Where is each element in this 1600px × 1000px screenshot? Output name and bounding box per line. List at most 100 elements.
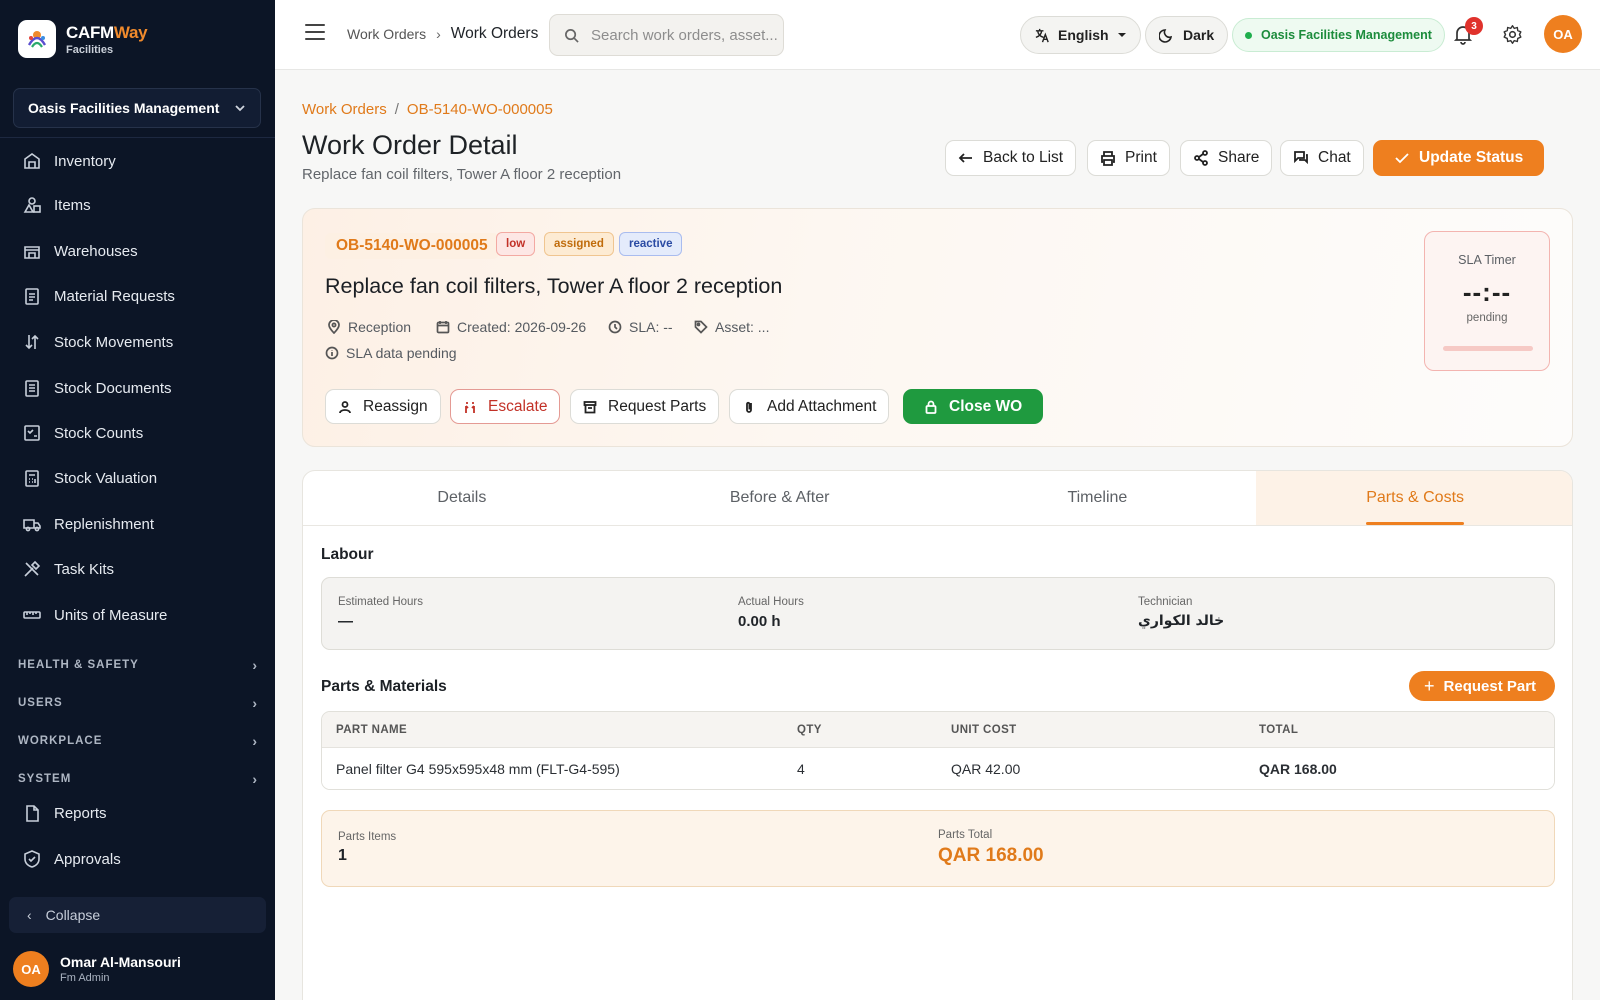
shapes-icon (23, 197, 41, 213)
chevron-right-icon: › (436, 26, 441, 42)
user-role: Fm Admin (60, 972, 110, 984)
reassign-button[interactable]: Reassign (325, 389, 441, 424)
user-name: Omar Al-Mansouri (60, 954, 181, 970)
tab-timeline[interactable]: Timeline (939, 471, 1257, 525)
breadcrumb-work-orders[interactable]: Work Orders (302, 101, 387, 118)
work-order-title: Replace fan coil filters, Tower A floor … (325, 274, 783, 298)
sidebar-item-items[interactable]: Items (22, 193, 91, 217)
chevron-right-icon: › (252, 657, 258, 673)
brand-name: CAFMWay (66, 22, 148, 42)
calculator-icon (25, 470, 39, 487)
chevron-right-icon: › (252, 771, 258, 787)
share-button[interactable]: Share (1180, 140, 1273, 176)
sidebar-item-task-kits[interactable]: Task Kits (22, 557, 114, 581)
back-to-list-button[interactable]: Back to List (945, 140, 1077, 176)
ruler-icon (23, 611, 41, 619)
actual-hours-value: 0.00 h (738, 613, 781, 630)
sla-timer-label: SLA Timer (1458, 253, 1516, 267)
detail-tabs-card: Details Before & After Timeline Parts & … (302, 470, 1573, 1000)
caret-down-icon (1117, 33, 1126, 37)
search-input[interactable] (591, 26, 781, 44)
cell-unit-cost: QAR 42.00 (951, 761, 1021, 777)
org-status-pill[interactable]: Oasis Facilities Management (1232, 18, 1445, 52)
page-title: Work Order Detail (302, 130, 518, 160)
language-selector[interactable]: English (1020, 16, 1141, 54)
tab-before-after[interactable]: Before & After (621, 471, 939, 525)
technician-value: خالد الكواري (1138, 613, 1225, 629)
meta-asset: Asset: ... (694, 319, 769, 335)
sla-timer-value: --:-- (1462, 277, 1512, 307)
tab-details[interactable]: Details (303, 471, 621, 525)
page-subtitle: Replace fan coil filters, Tower A floor … (302, 166, 622, 183)
warehouse-icon (24, 246, 40, 259)
sidebar-item-replenishment[interactable]: Replenishment (22, 512, 154, 536)
page-breadcrumb: Work Orders / OB-5140-WO-000005 (302, 101, 553, 118)
gear-icon[interactable] (1502, 24, 1523, 45)
technician-label: Technician (1138, 596, 1193, 608)
estimated-hours-label: Estimated Hours (338, 596, 424, 608)
sidebar-item-stock-documents[interactable]: Stock Documents (22, 376, 172, 400)
parts-table: PART NAME QTY UNIT COST TOTAL Panel filt… (321, 711, 1555, 790)
user-avatar[interactable]: OA (1544, 15, 1582, 53)
sidebar-section-users[interactable]: USERS › (18, 695, 258, 711)
paperclip-icon (746, 401, 752, 413)
parts-total-value: QAR 168.00 (938, 845, 1044, 866)
sidebar-item-material-requests[interactable]: Material Requests (22, 284, 175, 308)
menu-icon[interactable] (305, 24, 325, 44)
escalate-button[interactable]: Escalate (450, 389, 561, 424)
org-selector[interactable]: Oasis Facilities Management (13, 88, 261, 128)
brand[interactable]: CAFMWay Facilities (18, 20, 148, 58)
breadcrumb-work-order-id[interactable]: OB-5140-WO-000005 (407, 101, 553, 118)
parts-total-label: Parts Total (938, 829, 993, 841)
sidebar-item-reports[interactable]: Reports (22, 801, 107, 825)
sidebar-item-stock-valuation[interactable]: Stock Valuation (22, 466, 157, 490)
theme-toggle[interactable]: Dark (1145, 16, 1229, 54)
org-selector-label: Oasis Facilities Management (28, 100, 220, 116)
topbar: Work Orders › Work Orders English Dark O… (275, 0, 1600, 70)
sidebar-item-warehouses[interactable]: Warehouses (22, 239, 138, 263)
chat-icon (1294, 151, 1308, 165)
table-row[interactable]: Panel filter G4 595x595x48 mm (FLT-G4-59… (322, 748, 1554, 789)
close-wo-button[interactable]: Close WO (903, 389, 1044, 424)
sidebar-item-approvals[interactable]: Approvals (22, 847, 121, 871)
breadcrumb-link[interactable]: Work Orders (347, 26, 426, 42)
lock-icon (925, 400, 937, 414)
printer-icon (1101, 151, 1115, 166)
update-status-button[interactable]: Update Status (1373, 140, 1545, 176)
user-profile[interactable]: OA Omar Al-Mansouri Fm Admin (13, 951, 181, 987)
sidebar-item-units-of-measure[interactable]: Units of Measure (22, 603, 167, 627)
sla-timer-state: pending (1466, 312, 1508, 324)
brand-subtitle: Facilities (66, 43, 114, 56)
sidebar-section-workplace[interactable]: WORKPLACE › (18, 733, 258, 749)
document-icon (25, 380, 39, 397)
chat-button[interactable]: Chat (1280, 140, 1364, 176)
col-unit-cost: UNIT COST (951, 723, 1017, 736)
sidebar-item-stock-movements[interactable]: Stock Movements (22, 330, 173, 354)
check-icon (1395, 153, 1409, 164)
sidebar-item-stock-counts[interactable]: Stock Counts (22, 421, 143, 445)
status-dot (1245, 31, 1252, 39)
chevron-down-icon (235, 105, 245, 112)
search-box (549, 14, 784, 56)
notification-badge: 3 (1465, 17, 1483, 35)
meta-location: Reception (327, 319, 411, 335)
chevron-left-icon: ‹ (27, 907, 32, 923)
print-button[interactable]: Print (1087, 140, 1170, 176)
meta-created: Created: 2026-09-26 (436, 319, 586, 335)
user-icon (339, 400, 351, 413)
collapse-button[interactable]: ‹ Collapse (9, 897, 266, 933)
arrow-left-icon (958, 153, 972, 163)
request-part-button[interactable]: + Request Part (1409, 671, 1556, 701)
sidebar-item-inventory[interactable]: Inventory (22, 149, 116, 173)
add-attachment-button[interactable]: Add Attachment (729, 389, 890, 424)
breadcrumb: Work Orders › Work Orders (347, 25, 538, 43)
sidebar-section-health-safety[interactable]: HEALTH & SAFETY › (18, 657, 258, 673)
checklist-icon (24, 425, 40, 441)
logo-icon (18, 20, 56, 58)
col-total: TOTAL (1259, 723, 1299, 736)
request-parts-button[interactable]: Request Parts (570, 389, 720, 424)
sidebar-section-system[interactable]: SYSTEM › (18, 771, 258, 787)
moon-icon (1159, 29, 1173, 43)
tab-parts-costs[interactable]: Parts & Costs (1256, 471, 1572, 525)
table-header: PART NAME QTY UNIT COST TOTAL (322, 712, 1554, 748)
